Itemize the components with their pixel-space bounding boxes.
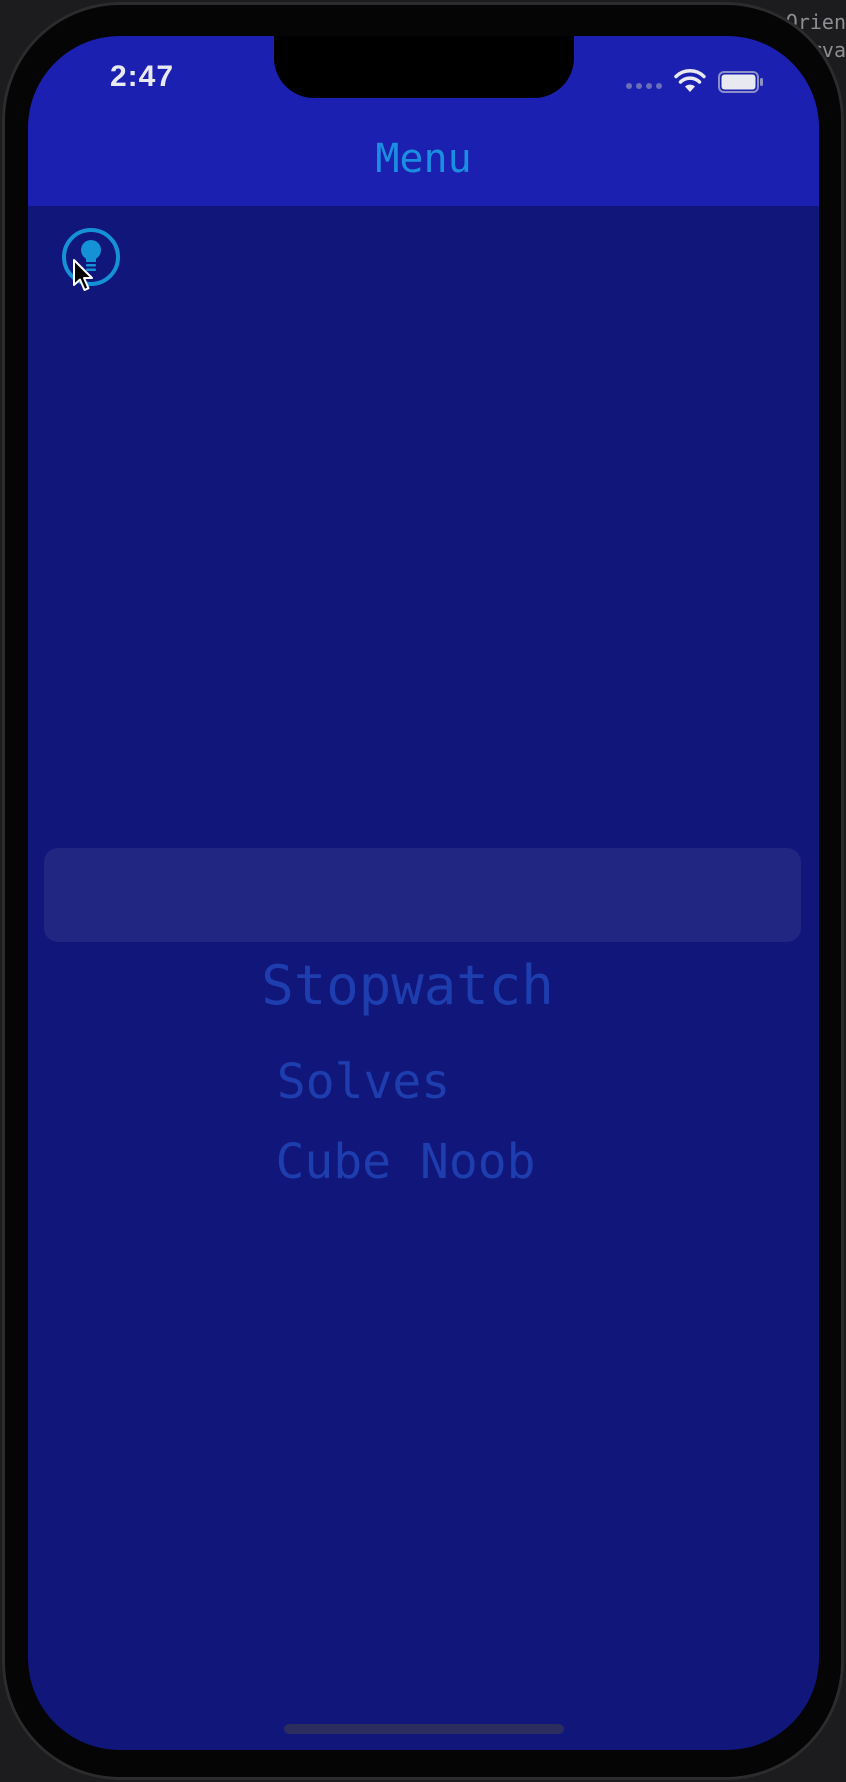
- phone-frame: 2:47 Menu Stopwatch Solves Cube Noob: [2, 2, 844, 1780]
- battery-icon: [718, 71, 763, 93]
- mouse-cursor-icon: [73, 259, 93, 291]
- status-time: 2:47: [110, 60, 175, 93]
- menu-picker-selection[interactable]: [44, 848, 801, 942]
- notch: [274, 36, 574, 98]
- app-screen: 2:47 Menu Stopwatch Solves Cube Noob: [28, 36, 819, 1750]
- picker-item-cube-noob[interactable]: Cube Noob: [28, 1134, 801, 1190]
- wifi-icon: [674, 69, 706, 92]
- picker-item-stopwatch[interactable]: Stopwatch: [28, 954, 803, 1017]
- navigation-bar: 2:47 Menu: [28, 36, 819, 206]
- desktop-background: Orien rva 2:47 Menu Stopwatch Solves Cub…: [0, 0, 846, 1782]
- nav-title: Menu: [375, 136, 472, 182]
- home-indicator[interactable]: [284, 1724, 564, 1734]
- picker-item-solves[interactable]: Solves: [28, 1054, 759, 1110]
- cellular-icon: [626, 83, 662, 89]
